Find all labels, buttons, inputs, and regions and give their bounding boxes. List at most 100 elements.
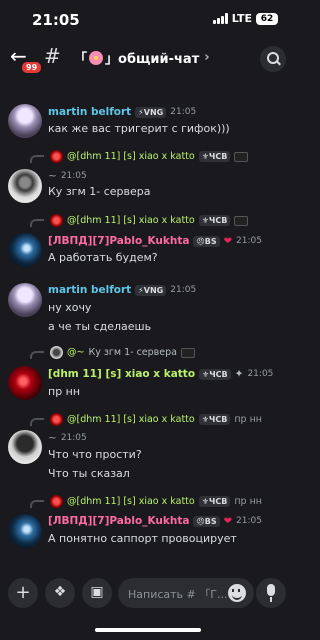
sparkle-icon: ✦ (234, 368, 244, 380)
timestamp: 21:05 (170, 285, 197, 295)
reply-role-tag: ⚜ЧСВ (198, 496, 231, 507)
reply-author: @[dhm 11] [s] xiao x katto (67, 414, 195, 425)
message-header: ~ 21:05 (48, 432, 87, 444)
author-nick: Pablo_Kukhta (109, 515, 190, 527)
role-emblem-icon (180, 347, 195, 358)
role-emblem-icon (234, 215, 249, 226)
reply-reference[interactable]: @[dhm 11] [s] xiao x katto ⚜ЧСВ пр нн (30, 413, 262, 426)
flower-icon (89, 50, 104, 65)
role-tag: 😠BS (193, 515, 220, 527)
reply-curve-icon (30, 155, 44, 163)
timestamp: 21:05 (236, 236, 262, 246)
channel-title[interactable]: 「 」общий-чат › (74, 48, 210, 67)
avatar[interactable] (8, 366, 42, 400)
reply-role-tag: ⚜ЧСВ (198, 215, 231, 226)
reply-text: пр нн (234, 414, 262, 425)
message-header: [dhm 11] [s] xiao x katto ⚜ЧСВ ✦ 21:05 (48, 368, 273, 380)
role-tag: ⚡VNG (135, 106, 167, 118)
reply-reference[interactable]: @[dhm 11] [s] xiao x katto ⚜ЧСВ пр нн (30, 495, 262, 508)
channel-header: ← 99 # 「 」общий-чат › (0, 38, 296, 78)
message-input[interactable]: Написать # 「Г... (118, 578, 254, 608)
role-tag: ⚡VNG (135, 284, 167, 296)
author-name[interactable]: ~ (48, 170, 57, 182)
message-text: ну хочу (48, 301, 92, 314)
message-text: Ку згм 1- сервера (48, 185, 151, 198)
apps-icon[interactable]: ❖ (45, 578, 75, 608)
search-icon[interactable] (260, 46, 286, 72)
reply-avatar (50, 495, 63, 508)
message-header: martin belfort ⚡VNG 21:05 (48, 106, 196, 118)
reply-author: @[dhm 11] [s] xiao x katto (67, 215, 195, 226)
reply-author: @[dhm 11] [s] xiao x katto (67, 151, 195, 162)
reply-text: Ку згм 1- сервера (88, 347, 177, 358)
avatar[interactable] (8, 233, 42, 267)
reply-reference[interactable]: @[dhm 11] [s] xiao x katto ⚜ЧСВ (30, 214, 249, 227)
author-nick: Pablo_Kukhta (109, 235, 190, 247)
channel-prefix: 「 (74, 52, 88, 67)
reply-curve-icon (30, 351, 44, 359)
reply-curve-icon (30, 418, 44, 426)
author-name[interactable]: ~ (48, 432, 57, 444)
avatar[interactable] (8, 430, 42, 464)
avatar[interactable] (8, 169, 42, 203)
message-header: [ЛВПД][7]Pablo_Kukhta 😠BS ❤ 21:05 (48, 235, 262, 247)
reply-role-tag: ⚜ЧСВ (198, 151, 231, 162)
network-type: LTE (231, 12, 252, 25)
message-text: А понятно саппорт провоцирует (48, 532, 237, 545)
author-name[interactable]: [ЛВПД][7]Pablo_Kukhta (48, 515, 189, 527)
reply-curve-icon (30, 219, 44, 227)
timestamp: 21:05 (236, 516, 262, 526)
message-text: А работать будем? (48, 251, 158, 264)
home-indicator[interactable] (95, 628, 201, 632)
timestamp: 21:05 (60, 433, 87, 443)
gift-icon[interactable]: ▣ (82, 578, 112, 608)
author-name[interactable]: [ЛВПД][7]Pablo_Kukhta (48, 235, 189, 247)
signal-icon (212, 13, 228, 24)
message-text: Что что прости? (48, 448, 142, 461)
reply-role-tag: ⚜ЧСВ (198, 414, 231, 425)
timestamp: 21:05 (60, 171, 87, 181)
timestamp: 21:05 (247, 369, 274, 379)
heart-icon: ❤ (223, 235, 233, 247)
message-input-placeholder: Написать # 「Г... (128, 588, 228, 601)
status-time: 21:05 (32, 11, 80, 29)
hash-icon: # (44, 44, 61, 68)
mic-icon[interactable] (256, 578, 286, 608)
role-tag: ⚜ЧСВ (199, 368, 231, 380)
message-header: ~ 21:05 (48, 170, 87, 182)
avatar[interactable] (8, 104, 42, 138)
author-name[interactable]: martin belfort (48, 106, 131, 118)
message-list[interactable]: martin belfort ⚡VNG 21:05 как же вас три… (0, 78, 296, 570)
role-emblem-icon (234, 151, 249, 162)
channel-name: 」общий-чат (105, 52, 200, 67)
author-name[interactable]: martin belfort (48, 284, 131, 296)
message-composer: + ❖ ▣ Написать # 「Г... (0, 572, 296, 616)
plus-icon[interactable]: + (8, 578, 38, 608)
reply-curve-icon (30, 500, 44, 508)
message-header: martin belfort ⚡VNG 21:05 (48, 284, 196, 296)
message-text: а че ты сделаешь (48, 320, 152, 333)
status-indicators: LTE 62 (212, 12, 278, 25)
reply-avatar (50, 150, 63, 163)
reply-avatar (50, 214, 63, 227)
reply-text: пр нн (234, 496, 262, 507)
author-prefix: [ЛВПД][7] (48, 515, 110, 527)
status-bar: 21:05 LTE 62 (0, 0, 296, 38)
avatar[interactable] (8, 514, 42, 548)
reply-avatar (50, 413, 63, 426)
author-name[interactable]: [dhm 11] [s] xiao x katto (48, 368, 195, 380)
emoji-icon[interactable] (228, 584, 246, 602)
reply-avatar (50, 346, 63, 359)
reply-author: @[dhm 11] [s] xiao x katto (67, 496, 195, 507)
battery-icon: 62 (256, 12, 278, 25)
author-prefix: [ЛВПД][7] (48, 235, 110, 247)
reply-reference[interactable]: @~ Ку згм 1- сервера (30, 346, 195, 359)
timestamp: 21:05 (170, 107, 197, 117)
reply-author: @~ (67, 347, 85, 358)
chevron-right-icon: › (204, 50, 210, 65)
heart-icon: ❤ (223, 515, 233, 527)
message-header: [ЛВПД][7]Pablo_Kukhta 😠BS ❤ 21:05 (48, 515, 262, 527)
avatar[interactable] (8, 283, 42, 317)
reply-reference[interactable]: @[dhm 11] [s] xiao x katto ⚜ЧСВ (30, 150, 249, 163)
role-tag: 😠BS (193, 235, 220, 247)
